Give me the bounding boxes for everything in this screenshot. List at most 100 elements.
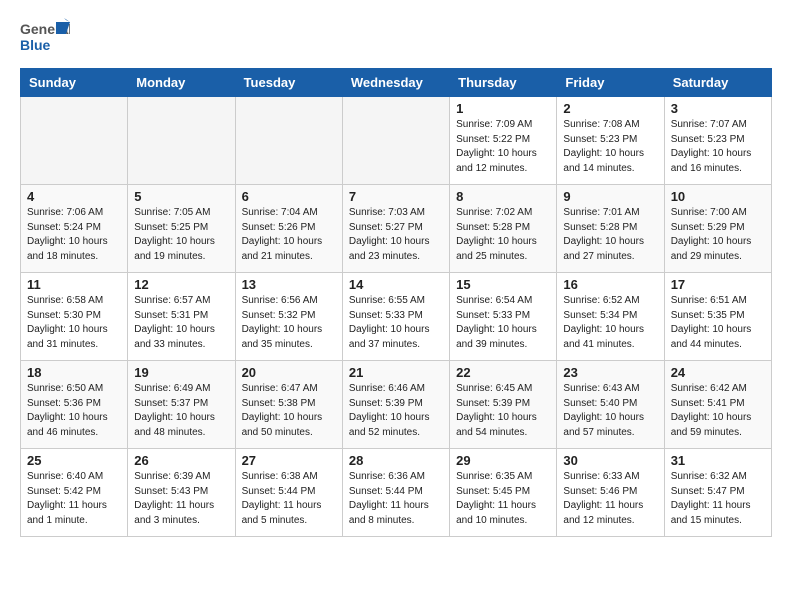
day-info: Sunrise: 6:56 AMSunset: 5:32 PMDaylight:…	[242, 294, 336, 352]
page-header: General Blue	[20, 16, 772, 60]
calendar-cell: 15 Sunrise: 6:54 AMSunset: 5:33 PMDayligh…	[450, 273, 557, 361]
calendar-week-row: 1 Sunrise: 7:09 AMSunset: 5:22 PMDaylight…	[21, 97, 772, 185]
day-info: Sunrise: 6:47 AMSunset: 5:38 PMDaylight:…	[242, 382, 336, 440]
calendar-cell: 6Sunrise: 7:04 AMSunset: 5:26 PMDaylight…	[235, 185, 342, 273]
day-info: Sunrise: 6:39 AMSunset: 5:43 PMDaylight:…	[134, 470, 228, 528]
calendar-cell	[21, 97, 128, 185]
day-number: 21	[349, 365, 443, 380]
day-number: 13	[242, 277, 336, 292]
day-info: Sunrise: 6:51 AMSunset: 5:35 PMDaylight:…	[671, 294, 765, 352]
calendar-cell: 12 Sunrise: 6:57 AMSunset: 5:31 PMDayligh…	[128, 273, 235, 361]
weekday-header-saturday: Saturday	[664, 69, 771, 97]
weekday-header-wednesday: Wednesday	[342, 69, 449, 97]
logo: General Blue	[20, 16, 70, 60]
day-info: Sunrise: 6:32 AMSunset: 5:47 PMDaylight:…	[671, 470, 765, 528]
calendar-cell: 1 Sunrise: 7:09 AMSunset: 5:22 PMDaylight…	[450, 97, 557, 185]
calendar-cell	[342, 97, 449, 185]
day-number: 5	[134, 189, 228, 204]
calendar-cell: 10 Sunrise: 7:00 AMSunset: 5:29 PMDayligh…	[664, 185, 771, 273]
day-number: 28	[349, 453, 443, 468]
day-info: Sunrise: 7:05 AMSunset: 5:25 PMDaylight:…	[134, 206, 228, 264]
day-info: Sunrise: 6:52 AMSunset: 5:34 PMDaylight:…	[563, 294, 657, 352]
day-number: 15	[456, 277, 550, 292]
day-number: 16	[563, 277, 657, 292]
calendar-cell: 20 Sunrise: 6:47 AMSunset: 5:38 PMDayligh…	[235, 361, 342, 449]
day-info: Sunrise: 7:03 AMSunset: 5:27 PMDaylight:…	[349, 206, 443, 264]
general-blue-logo-icon: General Blue	[20, 16, 70, 60]
calendar-cell: 22Sunrise: 6:45 AMSunset: 5:39 PMDayligh…	[450, 361, 557, 449]
day-info: Sunrise: 6:35 AMSunset: 5:45 PMDaylight:…	[456, 470, 550, 528]
day-number: 17	[671, 277, 765, 292]
calendar-cell: 21 Sunrise: 6:46 AMSunset: 5:39 PMDayligh…	[342, 361, 449, 449]
day-info: Sunrise: 7:06 AMSunset: 5:24 PMDaylight:…	[27, 206, 121, 264]
calendar-cell: 16 Sunrise: 6:52 AMSunset: 5:34 PMDayligh…	[557, 273, 664, 361]
day-number: 31	[671, 453, 765, 468]
day-info: Sunrise: 7:09 AMSunset: 5:22 PMDaylight:…	[456, 118, 550, 176]
calendar-cell: 8 Sunrise: 7:02 AMSunset: 5:28 PMDaylight…	[450, 185, 557, 273]
day-number: 8	[456, 189, 550, 204]
day-number: 25	[27, 453, 121, 468]
weekday-header-monday: Monday	[128, 69, 235, 97]
calendar-cell	[128, 97, 235, 185]
calendar-cell: 7 Sunrise: 7:03 AMSunset: 5:27 PMDaylight…	[342, 185, 449, 273]
day-number: 2	[563, 101, 657, 116]
day-number: 20	[242, 365, 336, 380]
day-info: Sunrise: 6:46 AMSunset: 5:39 PMDaylight:…	[349, 382, 443, 440]
weekday-header-tuesday: Tuesday	[235, 69, 342, 97]
calendar-cell: 13 Sunrise: 6:56 AMSunset: 5:32 PMDayligh…	[235, 273, 342, 361]
day-number: 1	[456, 101, 550, 116]
weekday-header-row: SundayMondayTuesdayWednesdayThursdayFrid…	[21, 69, 772, 97]
weekday-header-sunday: Sunday	[21, 69, 128, 97]
day-number: 30	[563, 453, 657, 468]
calendar-cell: 30 Sunrise: 6:33 AMSunset: 5:46 PMDayligh…	[557, 449, 664, 537]
day-number: 18	[27, 365, 121, 380]
calendar-cell: 23Sunrise: 6:43 AMSunset: 5:40 PMDayligh…	[557, 361, 664, 449]
calendar-cell: 3 Sunrise: 7:07 AMSunset: 5:23 PMDaylight…	[664, 97, 771, 185]
day-number: 10	[671, 189, 765, 204]
calendar-cell: 27 Sunrise: 6:38 AMSunset: 5:44 PMDayligh…	[235, 449, 342, 537]
day-info: Sunrise: 6:45 AMSunset: 5:39 PMDaylight:…	[456, 382, 550, 440]
day-number: 14	[349, 277, 443, 292]
day-info: Sunrise: 7:01 AMSunset: 5:28 PMDaylight:…	[563, 206, 657, 264]
day-number: 9	[563, 189, 657, 204]
day-number: 7	[349, 189, 443, 204]
calendar-cell: 24Sunrise: 6:42 AMSunset: 5:41 PMDayligh…	[664, 361, 771, 449]
day-number: 12	[134, 277, 228, 292]
day-number: 27	[242, 453, 336, 468]
calendar-week-row: 25 Sunrise: 6:40 AMSunset: 5:42 PMDayligh…	[21, 449, 772, 537]
day-info: Sunrise: 6:49 AMSunset: 5:37 PMDaylight:…	[134, 382, 228, 440]
calendar-cell: 18 Sunrise: 6:50 AMSunset: 5:36 PMDayligh…	[21, 361, 128, 449]
day-info: Sunrise: 7:08 AMSunset: 5:23 PMDaylight:…	[563, 118, 657, 176]
day-number: 23	[563, 365, 657, 380]
day-info: Sunrise: 6:57 AMSunset: 5:31 PMDaylight:…	[134, 294, 228, 352]
day-info: Sunrise: 7:00 AMSunset: 5:29 PMDaylight:…	[671, 206, 765, 264]
calendar-cell: 17 Sunrise: 6:51 AMSunset: 5:35 PMDayligh…	[664, 273, 771, 361]
day-info: Sunrise: 7:07 AMSunset: 5:23 PMDaylight:…	[671, 118, 765, 176]
calendar-week-row: 11Sunrise: 6:58 AMSunset: 5:30 PMDayligh…	[21, 273, 772, 361]
calendar-cell: 28 Sunrise: 6:36 AMSunset: 5:44 PMDayligh…	[342, 449, 449, 537]
day-number: 19	[134, 365, 228, 380]
day-number: 6	[242, 189, 336, 204]
day-info: Sunrise: 6:40 AMSunset: 5:42 PMDaylight:…	[27, 470, 121, 528]
calendar-cell: 14 Sunrise: 6:55 AMSunset: 5:33 PMDayligh…	[342, 273, 449, 361]
calendar-cell: 4 Sunrise: 7:06 AMSunset: 5:24 PMDaylight…	[21, 185, 128, 273]
day-number: 4	[27, 189, 121, 204]
calendar-cell: 29 Sunrise: 6:35 AMSunset: 5:45 PMDayligh…	[450, 449, 557, 537]
calendar-cell: 5 Sunrise: 7:05 AMSunset: 5:25 PMDaylight…	[128, 185, 235, 273]
calendar-week-row: 18 Sunrise: 6:50 AMSunset: 5:36 PMDayligh…	[21, 361, 772, 449]
day-info: Sunrise: 6:54 AMSunset: 5:33 PMDaylight:…	[456, 294, 550, 352]
day-info: Sunrise: 7:02 AMSunset: 5:28 PMDaylight:…	[456, 206, 550, 264]
day-info: Sunrise: 6:33 AMSunset: 5:46 PMDaylight:…	[563, 470, 657, 528]
svg-text:Blue: Blue	[20, 37, 51, 53]
day-info: Sunrise: 6:50 AMSunset: 5:36 PMDaylight:…	[27, 382, 121, 440]
calendar-cell: 9 Sunrise: 7:01 AMSunset: 5:28 PMDaylight…	[557, 185, 664, 273]
day-number: 11	[27, 277, 121, 292]
day-number: 3	[671, 101, 765, 116]
day-info: Sunrise: 6:55 AMSunset: 5:33 PMDaylight:…	[349, 294, 443, 352]
day-info: Sunrise: 6:36 AMSunset: 5:44 PMDaylight:…	[349, 470, 443, 528]
calendar-cell: 2 Sunrise: 7:08 AMSunset: 5:23 PMDaylight…	[557, 97, 664, 185]
calendar-cell: 11Sunrise: 6:58 AMSunset: 5:30 PMDayligh…	[21, 273, 128, 361]
day-number: 29	[456, 453, 550, 468]
day-info: Sunrise: 6:38 AMSunset: 5:44 PMDaylight:…	[242, 470, 336, 528]
weekday-header-thursday: Thursday	[450, 69, 557, 97]
